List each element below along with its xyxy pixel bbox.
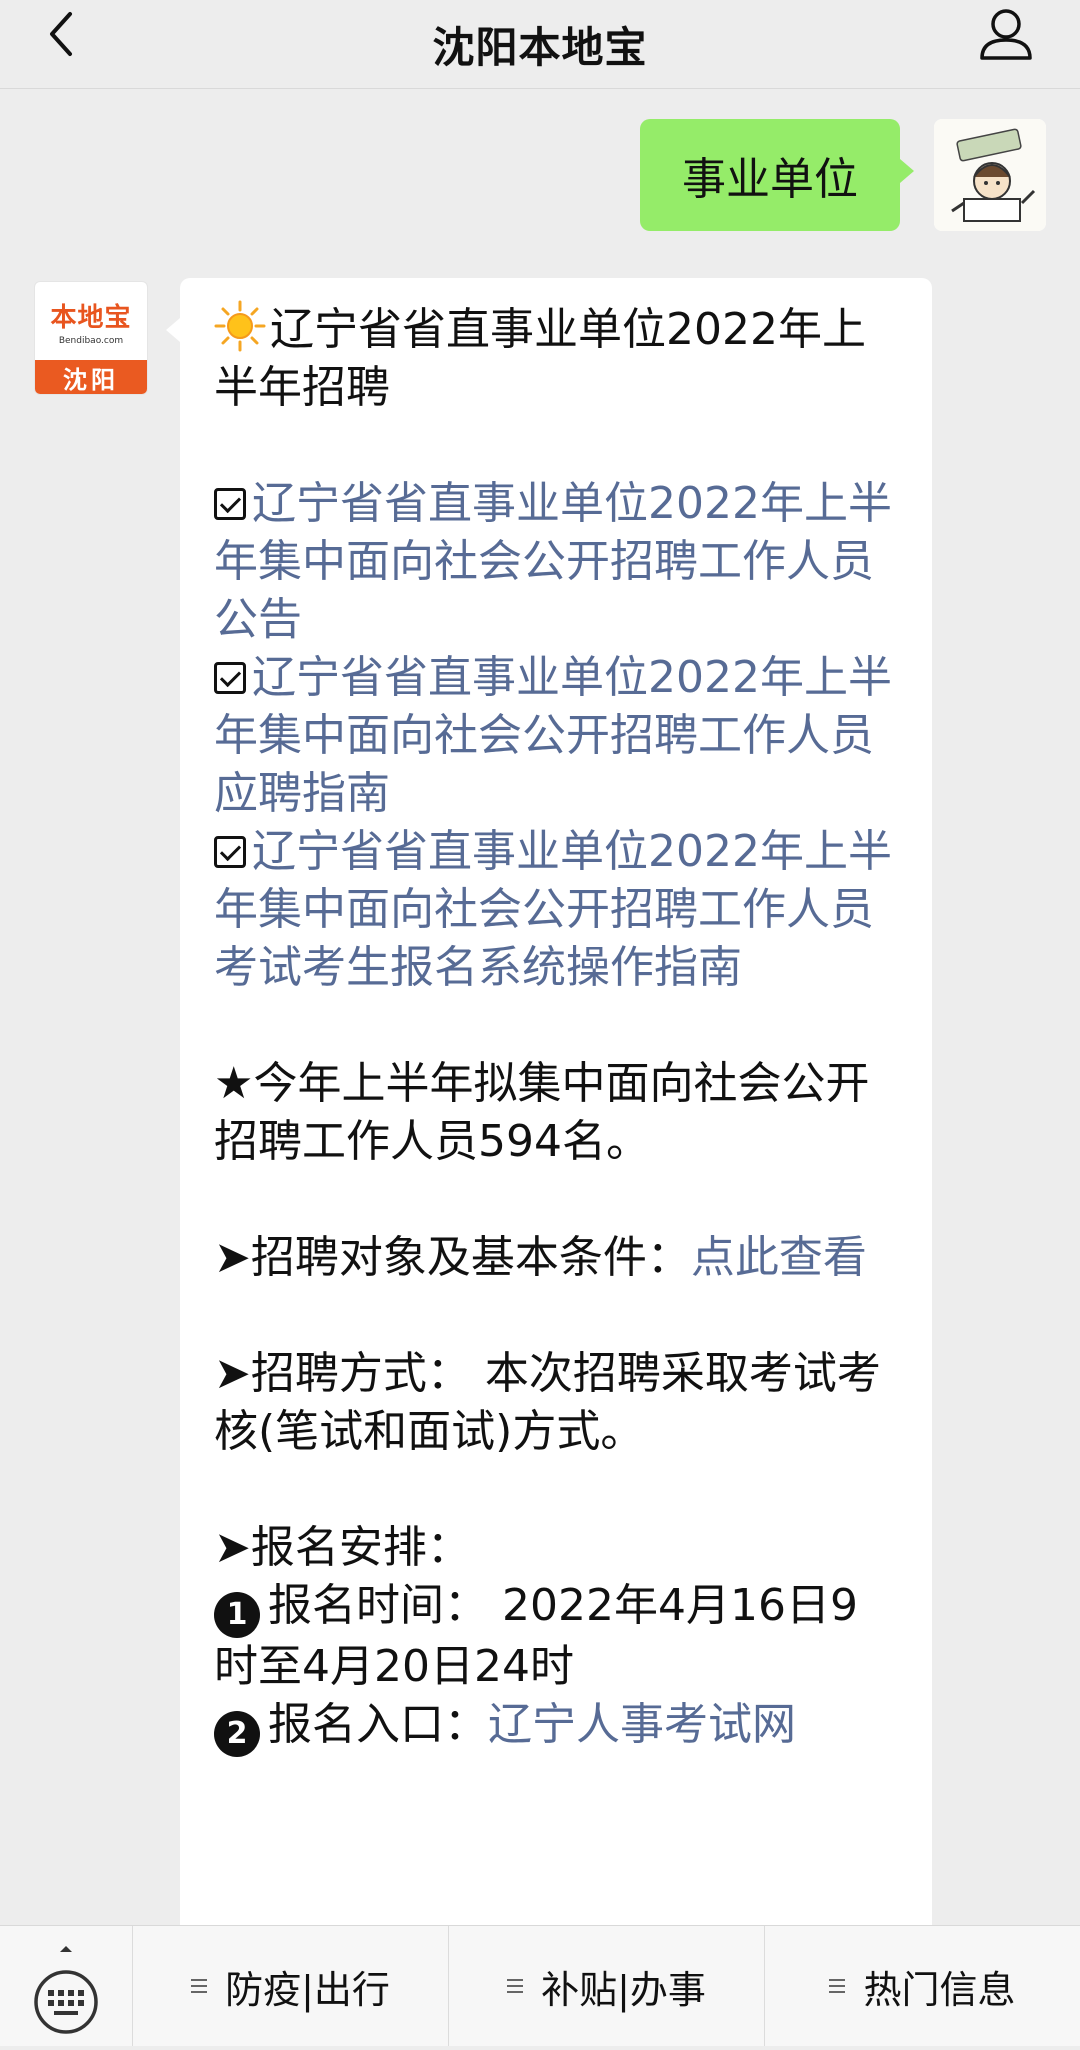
menu-lines-icon <box>507 1977 525 1995</box>
method-label: 招聘方式： <box>250 1348 471 1399</box>
menu-item-label: 热门信息 <box>863 1967 1016 2012</box>
user-message-bubble[interactable]: 事业单位 <box>640 119 914 231</box>
menu-lines-icon <box>191 1977 209 1995</box>
target-link[interactable]: 点此查看 <box>691 1232 867 1283</box>
top-bar: 沈阳本地宝 <box>0 0 1080 89</box>
profile-icon[interactable] <box>976 4 1036 64</box>
signup-heading: ➤报名安排： <box>214 1519 898 1577</box>
bot-avatar-logo: 本地宝 Bendibao.com <box>35 282 147 360</box>
checkbox-icon <box>214 488 246 520</box>
number-badge-2: 2 <box>214 1711 260 1757</box>
bot-avatar[interactable]: 本地宝 Bendibao.com 沈阳 <box>34 281 148 395</box>
user-message-text: 事业单位 <box>682 154 858 205</box>
signup-entry-row: 2 报名入口：辽宁人事考试网 <box>214 1696 898 1757</box>
menu-item-subsidy-affairs[interactable]: 补贴|办事 <box>449 1926 765 2046</box>
guide-link[interactable]: 辽宁省省直事业单位2022年上半年集中面向社会公开招聘工作人员应聘指南 <box>214 652 892 819</box>
arrow-icon: ➤ <box>214 1232 251 1283</box>
signup-label: 报名安排： <box>250 1522 471 1573</box>
back-icon[interactable] <box>40 6 84 62</box>
chat-area: 事业单位 本地宝 Bendibao.com 沈阳 辽宁省省直事业单位2022年上… <box>0 89 1080 1938</box>
system-guide-link[interactable]: 辽宁省省直事业单位2022年上半年集中面向社会公开招聘工作人员考试考生报名系统操… <box>214 826 892 993</box>
arrow-icon: ➤ <box>214 1348 251 1399</box>
method-paragraph: ➤招聘方式： 本次招聘采取考试考核(笔试和面试)方式。 <box>214 1345 898 1461</box>
recruit-count-text: 今年上半年拟集中面向社会公开招聘工作人员594名。 <box>214 1058 870 1167</box>
keyboard-icon <box>34 1946 98 2034</box>
page-title: 沈阳本地宝 <box>432 22 648 72</box>
signup-entry-label: 报名入口： <box>268 1699 488 1750</box>
bottom-menu: 防疫|出行 补贴|办事 热门信息 <box>0 1925 1080 2046</box>
bot-avatar-logo-sub: Bendibao.com <box>58 335 124 346</box>
number-badge-1: 1 <box>214 1592 260 1638</box>
target-label: 招聘对象及基本条件： <box>250 1232 691 1283</box>
arrow-icon: ➤ <box>214 1522 251 1573</box>
checkbox-icon <box>214 836 246 868</box>
bot-message-heading: 辽宁省省直事业单位2022年上半年招聘 <box>214 300 898 417</box>
menu-item-label: 防疫|出行 <box>225 1967 390 2012</box>
sun-icon <box>214 300 266 352</box>
signup-time-label: 报名时间： <box>268 1580 488 1631</box>
keyboard-toggle-button[interactable] <box>0 1926 133 2046</box>
system-guide-link-row: 辽宁省省直事业单位2022年上半年集中面向社会公开招聘工作人员考试考生报名系统操… <box>214 823 898 997</box>
bot-avatar-logo-main: 本地宝 <box>50 302 132 333</box>
user-avatar[interactable] <box>934 119 1046 231</box>
menu-item-epidemic-travel[interactable]: 防疫|出行 <box>133 1926 449 2046</box>
recruit-count-paragraph: ★今年上半年拟集中面向社会公开招聘工作人员594名。 <box>214 1055 898 1171</box>
menu-lines-icon <box>829 1977 847 1995</box>
bot-message-bubble: 辽宁省省直事业单位2022年上半年招聘 辽宁省省直事业单位2022年上半年集中面… <box>166 278 932 1938</box>
signup-time-row: 1 报名时间： 2022年4月16日9时至4月20日24时 <box>214 1577 898 1696</box>
bot-message-heading-text: 辽宁省省直事业单位2022年上半年招聘 <box>214 304 866 413</box>
target-paragraph: ➤招聘对象及基本条件：点此查看 <box>214 1229 898 1287</box>
notice-link[interactable]: 辽宁省省直事业单位2022年上半年集中面向社会公开招聘工作人员公告 <box>214 478 892 645</box>
star-icon: ★ <box>214 1058 254 1109</box>
notice-link-row: 辽宁省省直事业单位2022年上半年集中面向社会公开招聘工作人员公告 <box>214 475 898 649</box>
guide-link-row: 辽宁省省直事业单位2022年上半年集中面向社会公开招聘工作人员应聘指南 <box>214 649 898 823</box>
checkbox-icon <box>214 662 246 694</box>
menu-item-hot-info[interactable]: 热门信息 <box>765 1926 1080 2046</box>
bot-avatar-city: 沈阳 <box>35 360 147 394</box>
menu-item-label: 补贴|办事 <box>541 1967 706 2012</box>
user-avatar-illustration <box>934 119 1046 231</box>
signup-entry-link[interactable]: 辽宁人事考试网 <box>488 1699 796 1750</box>
